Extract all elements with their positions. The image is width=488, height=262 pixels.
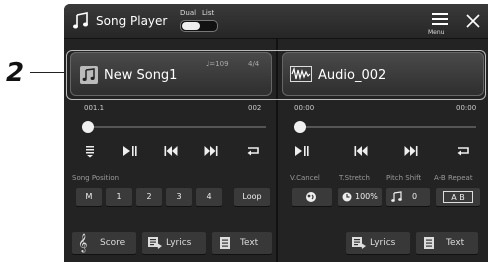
list-label: List — [202, 9, 215, 17]
app-title: Song Player — [96, 14, 168, 28]
tstretch-button[interactable]: 100% — [338, 188, 382, 206]
song-a-position-slider-track[interactable] — [86, 126, 266, 128]
dual-label: Dual — [180, 9, 197, 17]
song-a-repeat-icon[interactable] — [246, 145, 260, 157]
song-b-text-button[interactable]: Text — [416, 232, 478, 254]
lyrics-icon — [352, 237, 366, 249]
ab-repeat-label: A-B Repeat — [434, 174, 473, 182]
close-icon[interactable] — [466, 14, 480, 28]
tstretch-value: 100% — [355, 192, 378, 201]
score-label: Score — [100, 238, 126, 248]
text-icon — [424, 237, 434, 249]
song-b-repeat-icon[interactable] — [456, 145, 470, 157]
song-a-time-signature: 4/4 — [248, 60, 260, 68]
song-a-position-slider-knob[interactable] — [82, 121, 94, 133]
song-position-1-button[interactable]: 1 — [106, 188, 132, 206]
song-b-time-start: 00:00 — [294, 104, 315, 112]
song-b-rewind-icon[interactable] — [354, 145, 368, 157]
lyrics-label: Lyrics — [370, 238, 396, 248]
text-label: Text — [240, 238, 259, 248]
text-label: Text — [446, 238, 465, 248]
vcancel-button[interactable] — [292, 188, 332, 206]
callout-leader-line — [30, 72, 68, 73]
lyrics-label: Lyrics — [166, 238, 192, 248]
song-b-position-slider-track[interactable] — [298, 126, 476, 128]
callout-number: 2 — [6, 58, 25, 88]
ab-repeat-value: A B — [443, 191, 473, 203]
song-b-play-pause-icon[interactable] — [294, 145, 310, 157]
vcancel-label: V.Cancel — [290, 174, 320, 182]
menu-icon[interactable] — [432, 12, 448, 26]
pitch-shift-button[interactable]: 0 — [386, 188, 430, 206]
song-b-lyrics-button[interactable]: Lyrics — [346, 232, 410, 254]
midi-song-icon — [80, 66, 98, 84]
song-player-screen: Song Player Dual List Menu New Song1 ♩=1… — [64, 4, 488, 262]
song-a-track-list-icon[interactable] — [84, 144, 96, 158]
song-a-position-start: 001.1 — [84, 104, 105, 112]
voice-cancel-icon — [305, 191, 319, 203]
pitch-note-icon — [391, 191, 403, 203]
clock-icon — [342, 192, 352, 202]
song-a-tempo: ♩=109 — [206, 60, 229, 68]
song-position-4-button[interactable]: 4 — [196, 188, 222, 206]
song-a-lyrics-button[interactable]: Lyrics — [142, 232, 206, 254]
song-b-select-box[interactable]: Audio_002 — [282, 52, 484, 96]
song-a-fast-forward-icon[interactable] — [204, 145, 218, 157]
audio-waveform-icon — [290, 66, 312, 82]
song-b-time-end: 00:00 — [456, 104, 477, 112]
song-a-transport — [80, 142, 270, 160]
menu-label: Menu — [428, 29, 445, 36]
song-position-m-button[interactable]: M — [76, 188, 102, 206]
title-bar: Song Player Dual List Menu — [64, 4, 488, 39]
song-b-name: Audio_002 — [318, 68, 387, 83]
song-a-text-button[interactable]: Text — [212, 232, 272, 254]
song-position-label: Song Position — [72, 174, 120, 182]
music-note-icon — [72, 12, 90, 30]
treble-clef-icon: 𝄞 — [78, 233, 88, 252]
song-a-position-end: 002 — [248, 104, 262, 112]
song-b-fast-forward-icon[interactable] — [404, 145, 418, 157]
song-position-2-button[interactable]: 2 — [136, 188, 162, 206]
song-a-select-box[interactable]: New Song1 ♩=109 4/4 — [70, 52, 272, 96]
toggle-knob — [182, 22, 200, 30]
song-a-rewind-icon[interactable] — [164, 145, 178, 157]
song-a-name: New Song1 — [104, 68, 178, 83]
ab-repeat-button[interactable]: A B — [436, 188, 480, 206]
song-position-3-button[interactable]: 3 — [166, 188, 192, 206]
song-a-play-pause-icon[interactable] — [122, 145, 138, 157]
pitch-shift-label: Pitch Shift — [386, 174, 422, 182]
pitch-shift-value: 0 — [412, 192, 418, 201]
tstretch-label: T.Stretch — [339, 174, 370, 182]
text-icon — [220, 237, 230, 249]
dual-list-toggle[interactable] — [180, 20, 218, 32]
song-position-loop-button[interactable]: Loop — [234, 188, 270, 206]
song-b-position-slider-knob[interactable] — [294, 121, 306, 133]
score-button[interactable]: 𝄞 Score — [72, 232, 136, 254]
lyrics-icon — [148, 237, 162, 249]
